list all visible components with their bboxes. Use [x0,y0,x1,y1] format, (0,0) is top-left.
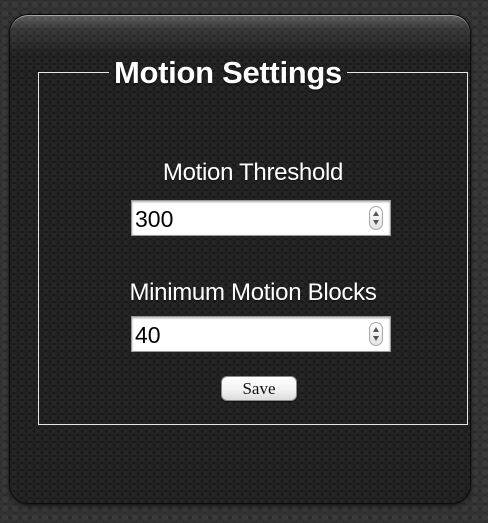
minimum-motion-blocks-value: 40 [135,322,161,348]
save-button[interactable]: Save [221,376,297,401]
minimum-motion-blocks-input[interactable]: 40 [131,316,391,352]
motion-threshold-value: 300 [135,206,174,232]
stepper-down-icon[interactable] [373,220,379,225]
settings-title: Motion Settings [114,55,342,90]
stepper-up-icon[interactable] [373,327,379,332]
stepper-icon[interactable] [369,206,383,230]
stepper-icon[interactable] [369,322,383,346]
stepper-up-icon[interactable] [373,211,379,216]
stepper-down-icon[interactable] [373,336,379,341]
motion-settings-fieldset: Motion Settings Motion Threshold 300 Min… [38,57,468,425]
motion-threshold-input[interactable]: 300 [131,200,391,236]
minimum-motion-blocks-label: Minimum Motion Blocks [129,279,377,306]
motion-settings-panel: Motion Settings Motion Threshold 300 Min… [10,15,470,503]
motion-threshold-label: Motion Threshold [162,159,344,186]
